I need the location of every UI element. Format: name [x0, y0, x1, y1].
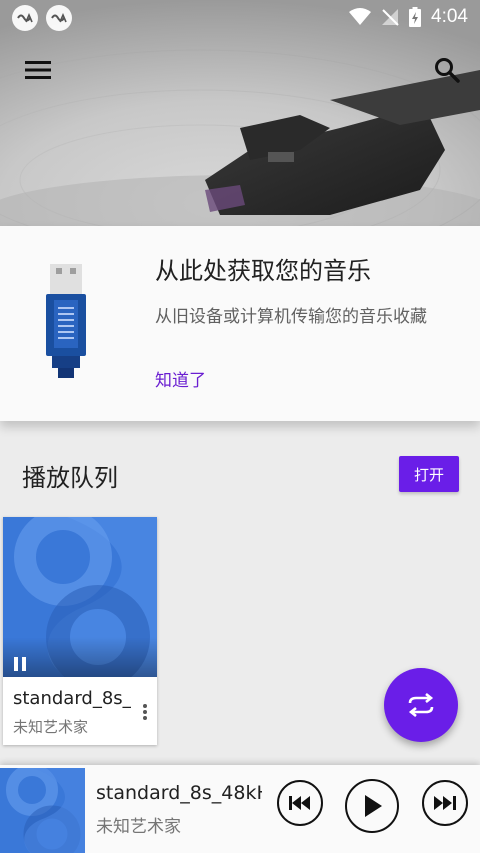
skip-next-icon — [434, 796, 456, 810]
search-icon — [435, 58, 460, 83]
search-button[interactable] — [429, 52, 465, 88]
header-hero-image: 4:04 — [0, 0, 480, 226]
now-playing-artist: 未知艺术家 — [96, 817, 181, 837]
repeat-icon — [408, 693, 434, 717]
album-art — [3, 517, 157, 677]
onboarding-title: 从此处获取您的音乐 — [155, 257, 371, 285]
cast-app-icon — [46, 5, 72, 31]
skip-previous-icon — [289, 796, 310, 810]
pause-icon — [14, 657, 26, 671]
queue-item-artist: 未知艺术家 — [13, 718, 89, 736]
now-playing-bar[interactable]: standard_8s_48kHz 未知艺术家 — [0, 765, 480, 853]
no-signal-icon — [382, 9, 399, 26]
open-queue-button[interactable]: 打开 — [399, 456, 459, 492]
more-options-button[interactable] — [137, 701, 153, 723]
queue-item-title: standard_8s_48kHz — [13, 688, 131, 709]
got-it-button[interactable]: 知道了 — [155, 366, 206, 391]
cast-app-icon — [12, 5, 38, 31]
wifi-icon — [349, 8, 372, 25]
now-playing-title: standard_8s_48kHz — [96, 782, 262, 804]
play-button[interactable] — [345, 779, 399, 833]
status-bar: 4:04 — [0, 0, 480, 34]
menu-button[interactable] — [20, 52, 56, 88]
onboarding-description: 从旧设备或计算机传输您的音乐收藏 — [155, 307, 427, 327]
now-playing-album-art — [0, 768, 85, 853]
usb-cable-icon — [46, 264, 86, 378]
onboarding-card: 从此处获取您的音乐 从旧设备或计算机传输您的音乐收藏 知道了 — [0, 226, 480, 421]
queue-item-card[interactable]: standard_8s_48kHz 未知艺术家 — [3, 517, 157, 745]
next-button[interactable] — [422, 780, 468, 826]
battery-charging-icon — [409, 7, 422, 27]
previous-button[interactable] — [277, 780, 323, 826]
hamburger-menu-icon — [25, 61, 51, 79]
status-time: 4:04 — [431, 6, 468, 27]
queue-section-title: 播放队列 — [22, 464, 118, 492]
shuffle-repeat-fab[interactable] — [384, 668, 458, 742]
play-icon — [365, 795, 382, 817]
more-vert-icon — [143, 704, 147, 720]
